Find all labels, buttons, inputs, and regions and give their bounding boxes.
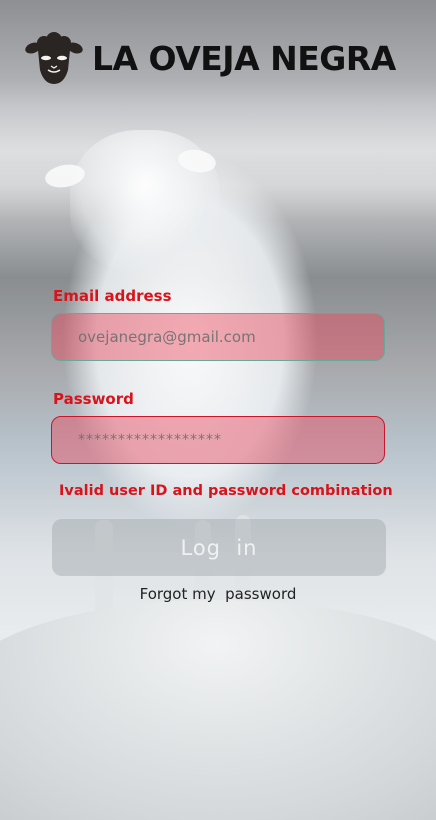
email-field[interactable]: ovejanegra@gmail.com: [51, 313, 385, 361]
password-label: Password: [53, 390, 134, 408]
error-message: Ivalid user ID and password combination: [59, 483, 393, 499]
brand-title: LA OVEJA NEGRA: [92, 38, 396, 78]
forgot-password-link[interactable]: Forgot my password: [0, 585, 436, 603]
password-field[interactable]: ******************: [51, 416, 385, 464]
password-value: ******************: [78, 432, 222, 448]
email-placeholder: ovejanegra@gmail.com: [78, 328, 256, 346]
login-button[interactable]: Log in: [52, 519, 386, 576]
black-sheep-icon: [25, 32, 83, 84]
email-label: Email address: [53, 287, 172, 305]
login-button-label: Log in: [180, 535, 258, 560]
forgot-password-label: Forgot my password: [139, 585, 297, 603]
background-photo: [0, 0, 436, 820]
app-header: LA OVEJA NEGRA: [24, 28, 396, 88]
